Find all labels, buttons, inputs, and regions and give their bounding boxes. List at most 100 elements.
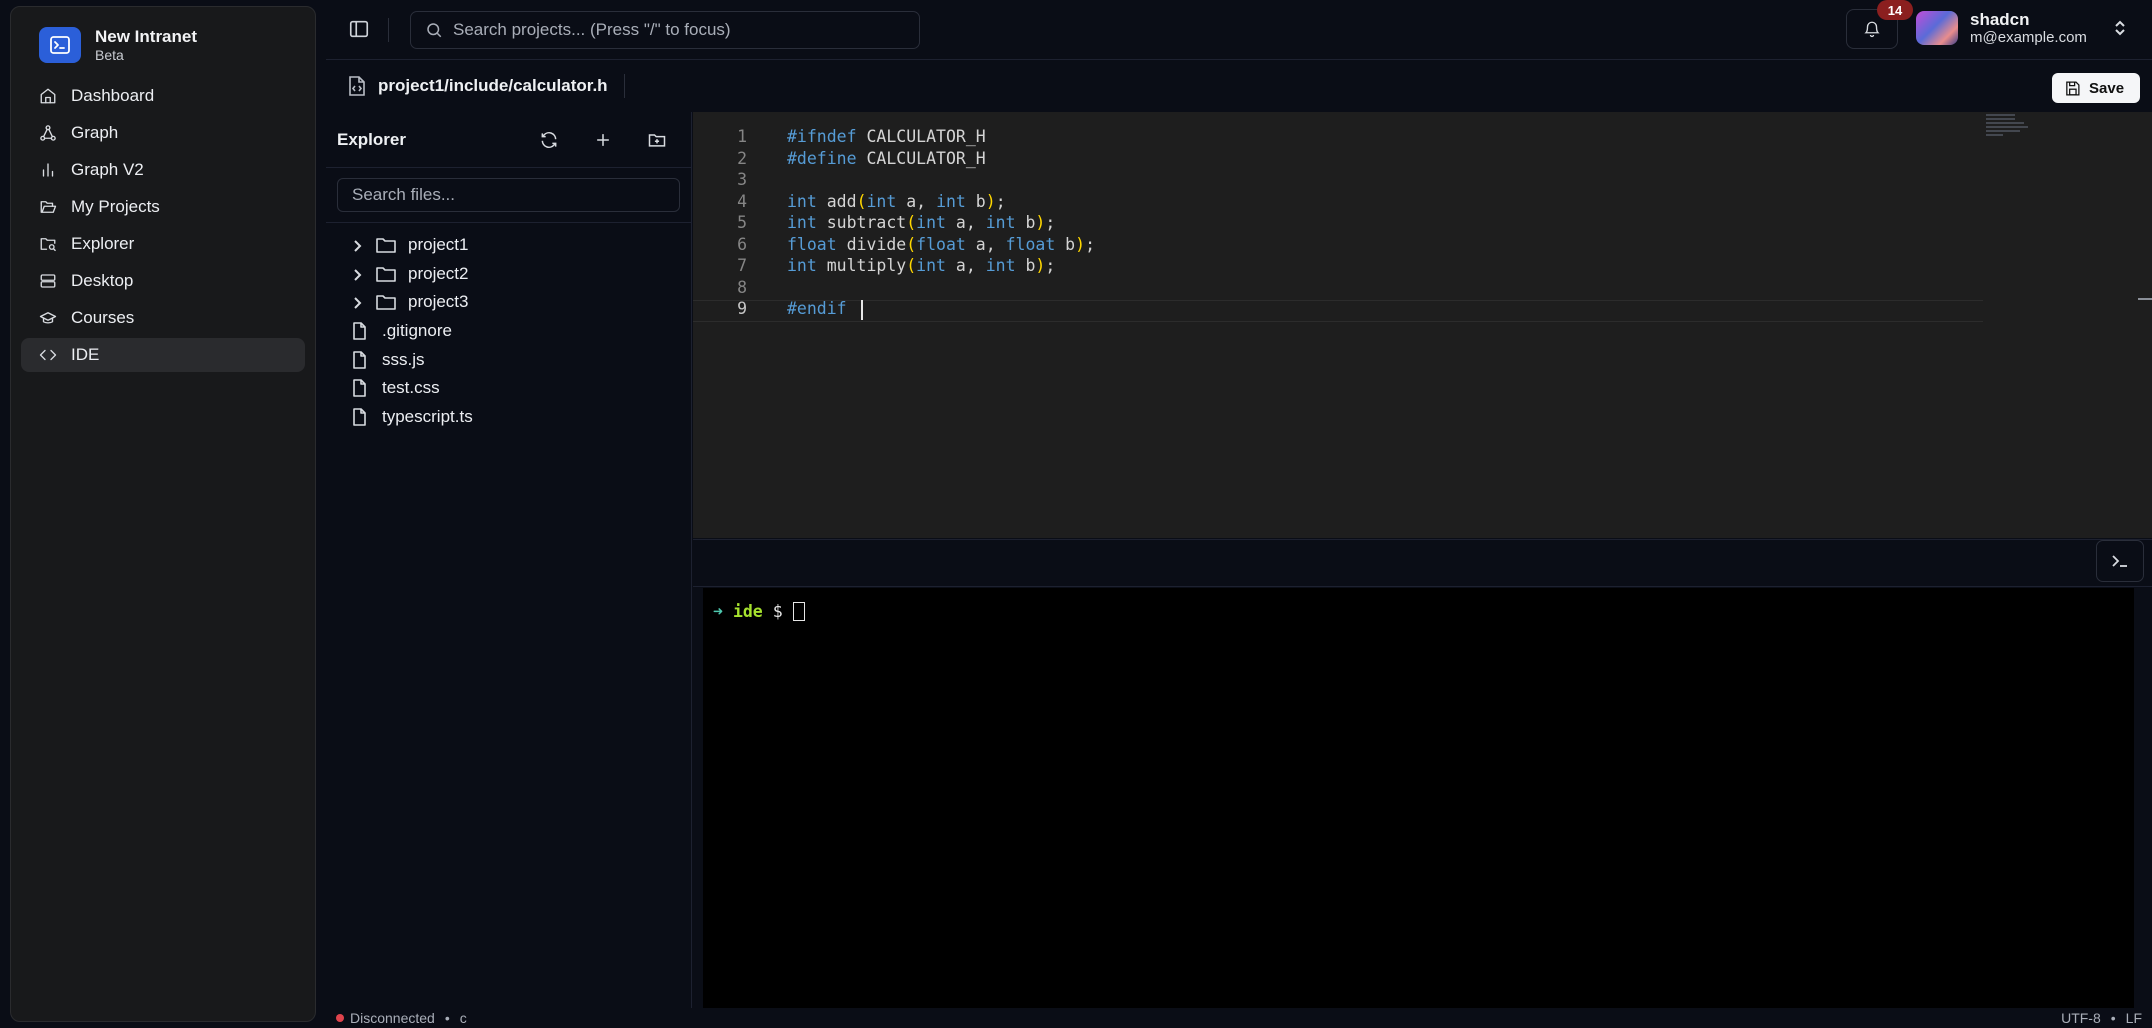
code-line[interactable]: 6 float divide(float a, float b);: [693, 234, 2152, 256]
chevrons-up-down-icon: [2113, 20, 2127, 36]
sidebar-item-explorer[interactable]: Explorer: [21, 227, 305, 261]
code-line[interactable]: 4 int add(int a, int b);: [693, 191, 2152, 213]
code-text: int add(int a, int b);: [787, 191, 1006, 211]
code-editor[interactable]: 1 #ifndef CALCULATOR_H 2 #define CALCULATOR…: [693, 112, 2152, 538]
code-line[interactable]: 1 #ifndef CALCULATOR_H: [693, 126, 2152, 148]
code-line[interactable]: 9 #endif: [693, 298, 2152, 320]
bell-icon: [1864, 21, 1880, 38]
code-icon: [39, 346, 57, 364]
file-item[interactable]: test.css: [326, 374, 691, 403]
sidebar-item-graph-v2[interactable]: Graph V2: [21, 153, 305, 187]
status-dot: [336, 1014, 344, 1022]
search-input[interactable]: [453, 20, 893, 40]
sidebar-item-graph[interactable]: Graph: [21, 116, 305, 150]
refresh-icon[interactable]: [539, 130, 559, 150]
folder-label: project3: [408, 292, 469, 312]
file-icon: [350, 322, 370, 340]
folder-item[interactable]: project3: [326, 288, 691, 317]
user-name: shadcn: [1970, 10, 2030, 29]
language-mode[interactable]: c: [460, 1010, 467, 1026]
file-tree: project1 project2 project3 .gitignore ss…: [326, 223, 691, 431]
file-search[interactable]: [337, 178, 680, 212]
line-ending[interactable]: LF: [2126, 1010, 2142, 1026]
file-label: test.css: [382, 378, 440, 398]
terminal-icon: [2112, 555, 2127, 567]
line-number: 2: [737, 148, 747, 168]
app-title: New Intranet: [95, 27, 198, 46]
line-number: 4: [737, 191, 747, 211]
code-line[interactable]: 8: [693, 277, 2152, 299]
line-number: 5: [737, 213, 747, 232]
code-text: #ifndef CALCULATOR_H: [787, 127, 986, 146]
new-folder-icon[interactable]: [647, 130, 667, 150]
sidebar-item-label: Explorer: [71, 234, 135, 253]
folder-search-icon: [39, 235, 57, 253]
sidebar: New Intranet Beta Dashboard Graph Graph …: [10, 6, 316, 1022]
file-item[interactable]: typescript.ts: [326, 403, 691, 432]
terminal-prompt-line: ➜ ide $: [713, 602, 805, 621]
sidebar-toggle-icon[interactable]: [348, 18, 370, 40]
terminal[interactable]: ➜ ide $: [693, 588, 2134, 1008]
line-number: 8: [737, 277, 747, 297]
code-line[interactable]: 7 int multiply(int a, int b);: [693, 255, 2152, 277]
save-icon: [2066, 80, 2080, 96]
sidebar-item-courses[interactable]: Courses: [21, 301, 305, 335]
chevron-right-icon[interactable]: [350, 267, 364, 281]
graduation-cap-icon: [39, 309, 57, 327]
sidebar-item-desktop[interactable]: Desktop: [21, 264, 305, 298]
line-number: 1: [737, 127, 747, 146]
terminal-logo-icon: [39, 27, 81, 63]
file-item[interactable]: sss.js: [326, 345, 691, 374]
project-search[interactable]: [410, 11, 920, 49]
new-file-plus-icon[interactable]: [593, 130, 613, 150]
user-menu[interactable]: shadcn m@example.com: [1916, 10, 2127, 46]
chevron-right-icon[interactable]: [350, 295, 364, 310]
server-icon: [39, 272, 57, 290]
chevron-right-icon[interactable]: [350, 238, 364, 253]
file-icon: [350, 408, 370, 426]
file-path: project1/include/calculator.h: [378, 76, 608, 95]
code-lines[interactable]: 1 #ifndef CALCULATOR_H 2 #define CALCULATOR…: [693, 126, 2152, 320]
folder-item[interactable]: project2: [326, 260, 691, 289]
code-line[interactable]: 5 int subtract(int a, int b);: [693, 212, 2152, 234]
home-icon: [39, 87, 57, 105]
divider: [388, 18, 389, 42]
code-text: #define CALCULATOR_H: [787, 148, 986, 168]
code-line[interactable]: 2 #define CALCULATOR_H: [693, 148, 2152, 170]
folder-item[interactable]: project1: [326, 231, 691, 260]
file-bar: project1/include/calculator.h Save: [326, 61, 2152, 111]
notification-count-badge: 14: [1877, 0, 1913, 20]
connection-status: Disconnected: [350, 1010, 435, 1026]
folder-open-icon: [39, 198, 57, 216]
save-button[interactable]: Save: [2052, 73, 2140, 103]
sidebar-item-label: Courses: [71, 308, 135, 327]
code-text: float divide(float a, float b);: [787, 234, 1095, 254]
brand[interactable]: New Intranet Beta: [21, 19, 305, 73]
sidebar-item-label: IDE: [71, 345, 100, 364]
code-text: int multiply(int a, int b);: [787, 256, 1056, 275]
file-icon: [350, 350, 370, 369]
sidebar-item-my-projects[interactable]: My Projects: [21, 190, 305, 224]
file-label: sss.js: [382, 349, 425, 369]
line-number: 3: [737, 170, 747, 189]
code-line[interactable]: 3: [693, 169, 2152, 191]
sidebar-item-label: Graph: [71, 123, 119, 142]
graph-icon: [39, 124, 57, 142]
sidebar-item-label: Desktop: [71, 271, 134, 290]
line-number: 6: [737, 234, 747, 254]
prompt-symbol: $: [772, 602, 783, 621]
terminal-button[interactable]: [2096, 540, 2144, 582]
file-code-icon: [348, 76, 366, 96]
folder-icon: [376, 236, 396, 254]
top-bar: 14 shadcn m@example.com: [326, 0, 2152, 60]
sidebar-nav: Dashboard Graph Graph V2 My Projects Exp…: [21, 79, 305, 372]
sidebar-item-dashboard[interactable]: Dashboard: [21, 79, 305, 113]
encoding[interactable]: UTF-8: [2061, 1010, 2101, 1026]
sidebar-item-ide[interactable]: IDE: [21, 338, 305, 372]
file-label: typescript.ts: [382, 406, 473, 426]
file-item[interactable]: .gitignore: [326, 317, 691, 346]
minimap[interactable]: [1986, 112, 2028, 142]
file-search-input[interactable]: [352, 185, 665, 205]
